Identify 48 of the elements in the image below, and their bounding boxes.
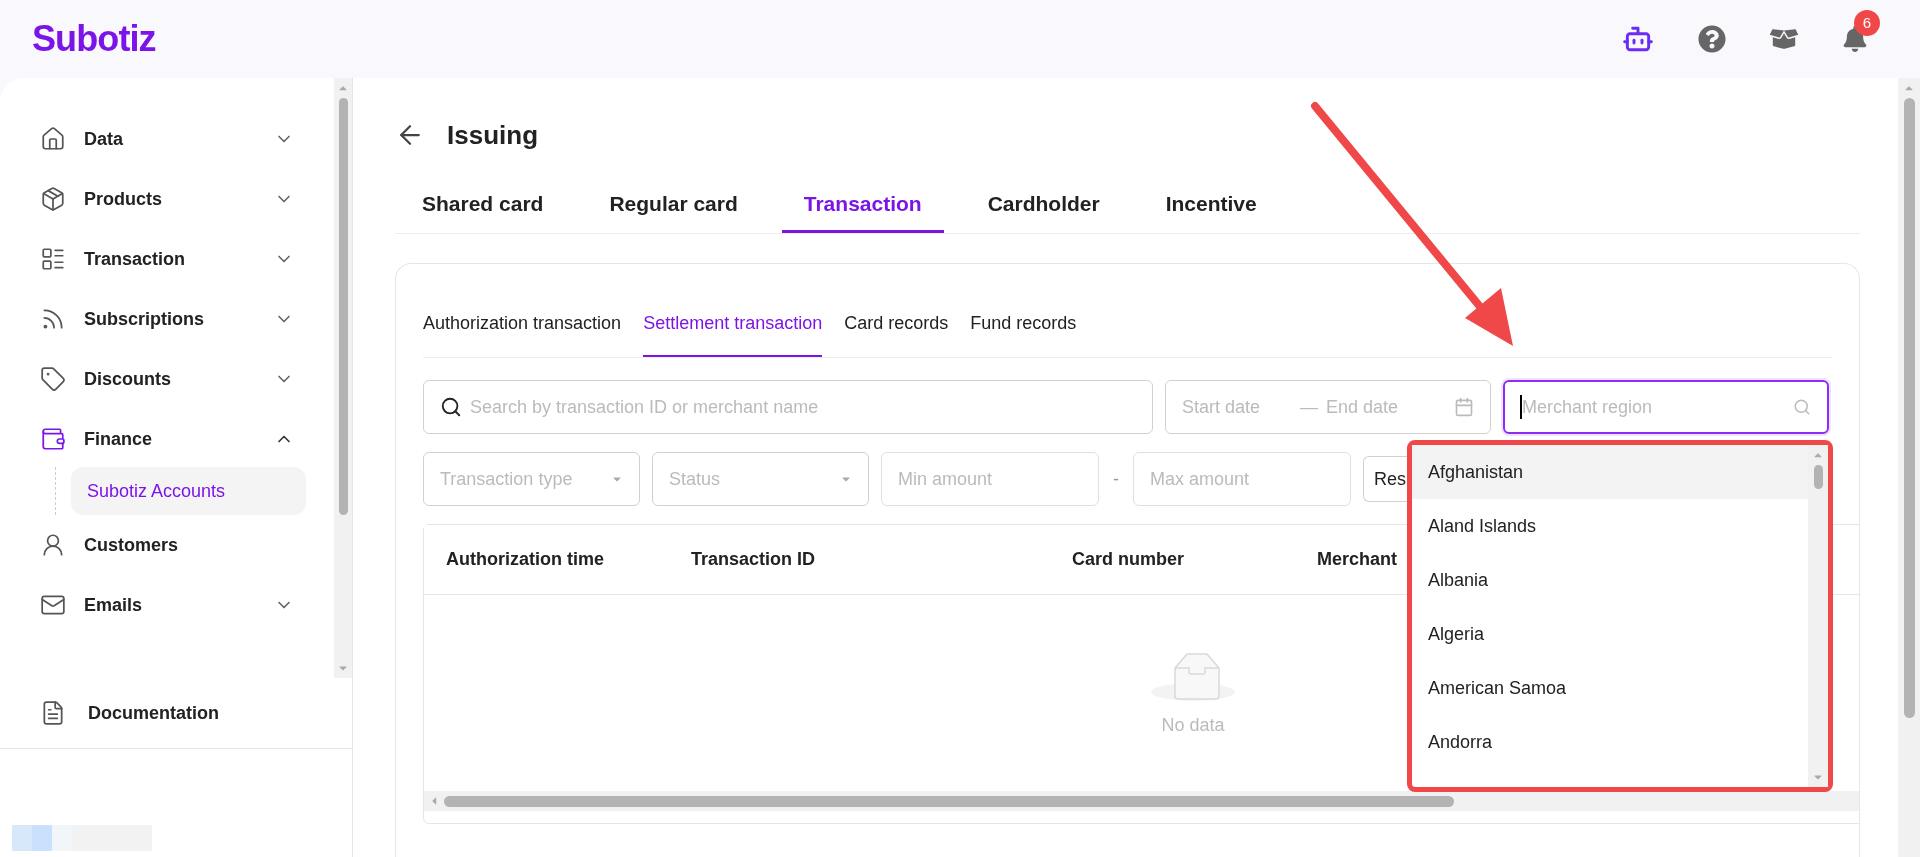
sidebar-item[interactable]: Subscriptions [0,289,334,349]
nav-icon [40,366,66,392]
sidebar-item[interactable]: Products [0,169,334,229]
nav-icon [40,186,66,212]
sidebar-item[interactable]: Transaction [0,229,334,289]
scroll-thumb[interactable] [1903,98,1915,718]
notification-badge: 6 [1854,10,1880,36]
scroll-thumb[interactable] [1813,465,1823,489]
sidebar-subitem[interactable]: Subotiz Accounts [71,467,306,515]
subtab[interactable]: Card records [844,310,949,357]
nav-icon [40,246,66,272]
logo[interactable]: Subotiz [32,12,156,66]
nav-icon [40,592,66,618]
sidebar-item[interactable]: Discounts [0,349,334,409]
page-title: Issuing [447,118,538,152]
tab[interactable]: Regular card [587,177,760,233]
sidebar-item[interactable]: Data [0,109,334,169]
tab[interactable]: Shared card [400,177,566,233]
search-icon [440,396,462,418]
dropdown-option[interactable]: Afghanistan [1412,445,1808,499]
scrollbar[interactable] [334,78,352,678]
tab[interactable]: Incentive [1143,177,1279,233]
empty-text: No data [1161,713,1225,737]
horizontal-scrollbar[interactable] [424,791,1859,811]
subtab[interactable]: Settlement transaction [643,310,823,357]
nav-icon [40,426,66,452]
subtab[interactable]: Authorization transaction [423,310,622,357]
range-separator: - [1112,467,1120,491]
document-icon [40,700,66,726]
scroll-thumb[interactable] [444,795,1454,807]
column-header: Card number [1072,548,1186,571]
calendar-icon [1454,397,1474,417]
scrollbar[interactable] [1808,445,1828,787]
subtab[interactable]: Fund records [970,310,1077,357]
column-header: Authorization time [446,548,605,571]
help-icon[interactable] [1698,25,1726,53]
column-header: Merchant [1317,548,1398,571]
scroll-thumb[interactable] [338,98,348,515]
sidebar-item[interactable]: Documentation [0,678,352,748]
sidebar-item[interactable]: Customers [0,515,334,575]
sidebar-item[interactable]: Finance [0,409,334,469]
search-icon [1793,398,1811,416]
scrollbar[interactable] [1898,78,1920,857]
sidebar-item[interactable]: Emails [0,575,334,635]
tab[interactable]: Cardholder [965,177,1122,233]
nav-icon [40,126,66,152]
column-header: Transaction ID [691,548,817,571]
tab[interactable]: Transaction [781,177,944,233]
